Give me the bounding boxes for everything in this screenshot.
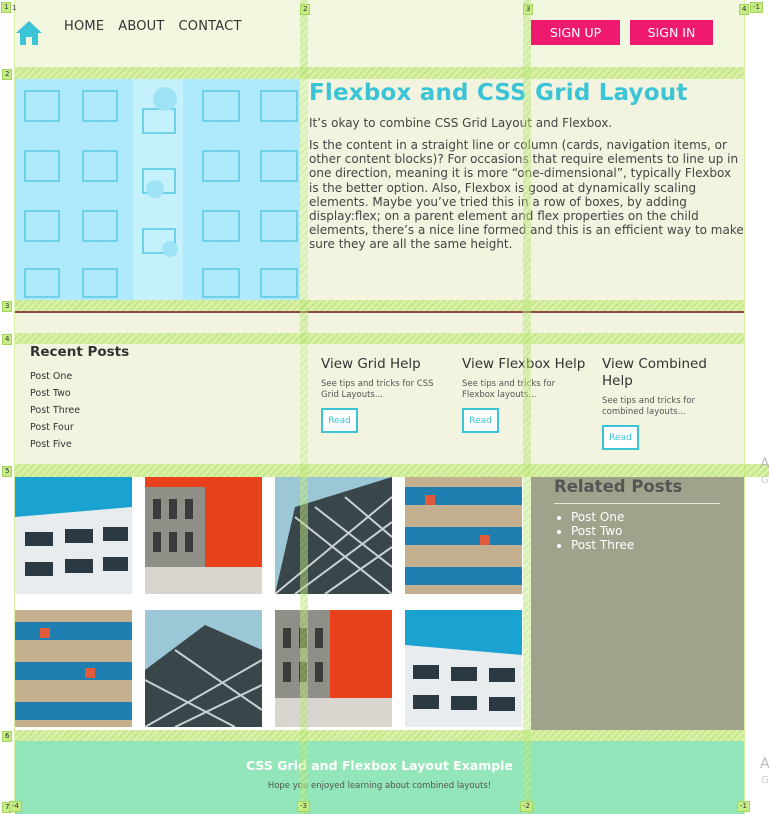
recent-post-item[interactable]: Post Two: [30, 385, 80, 402]
card-text: See tips and tricks for combined layouts…: [602, 396, 696, 417]
read-button[interactable]: Read: [321, 408, 358, 433]
grid-number: -1: [737, 801, 750, 812]
site-header: HOME ABOUT CONTACT SIGN UP SIGN IN: [15, 0, 744, 67]
grid-gap-row-5: [15, 464, 769, 477]
grid-number: 6: [2, 731, 13, 742]
gallery-image[interactable]: [405, 477, 522, 594]
related-post-item[interactable]: Post Three: [571, 538, 634, 552]
grid-number: 4: [739, 4, 750, 15]
page: HOME ABOUT CONTACT SIGN UP SIGN IN Flexb…: [0, 0, 769, 814]
grid-number: 4: [2, 334, 13, 345]
sign-up-button[interactable]: SIGN UP: [531, 20, 620, 45]
gallery-image[interactable]: [145, 477, 262, 594]
main-nav: HOME ABOUT CONTACT: [64, 19, 242, 34]
home-icon[interactable]: [15, 20, 43, 46]
grid-gap-row-4: [15, 333, 744, 344]
recent-post-item[interactable]: Post Five: [30, 436, 80, 453]
gallery-image[interactable]: [275, 610, 392, 727]
card-text: See tips and tricks for CSS Grid Layouts…: [321, 379, 434, 400]
clipped-text: G: [761, 475, 769, 486]
nav-contact[interactable]: CONTACT: [179, 19, 242, 34]
grid-number: 5: [2, 466, 13, 477]
gallery-image[interactable]: [275, 477, 392, 594]
recent-posts-title: Recent Posts: [30, 344, 130, 360]
footer-title: CSS Grid and Flexbox Layout Example: [246, 758, 513, 773]
divider-strip: [15, 311, 744, 333]
hero-image: [15, 79, 300, 300]
grid-number: 2: [300, 4, 311, 15]
recent-posts-list: Post One Post Two Post Three Post Four P…: [30, 368, 80, 453]
gallery-image[interactable]: [145, 610, 262, 727]
clipped-text: A: [760, 456, 769, 472]
related-posts-list: Post One Post Two Post Three: [571, 510, 634, 552]
nav-about[interactable]: ABOUT: [118, 19, 164, 34]
gallery-image[interactable]: [405, 610, 522, 727]
grid-number: -1: [750, 2, 763, 13]
related-posts: Related Posts Post One Post Two Post Thr…: [531, 477, 744, 730]
card-grid-help: View Grid Help See tips and tricks for C…: [321, 356, 449, 433]
card-combined-help: View Combined Help See tips and tricks f…: [602, 356, 730, 450]
grid-gap-row-3: [15, 300, 744, 311]
photo-gallery: [15, 477, 523, 727]
grid-gap-col-2: [300, 0, 308, 814]
grid-number: -3: [297, 801, 310, 812]
grid-number: 1: [12, 4, 17, 12]
gallery-image[interactable]: [15, 477, 132, 594]
site-footer: CSS Grid and Flexbox Layout Example Hope…: [15, 741, 744, 814]
clipped-text: A: [760, 756, 769, 772]
related-post-item[interactable]: Post Two: [571, 524, 634, 538]
recent-post-item[interactable]: Post Four: [30, 419, 80, 436]
related-posts-title: Related Posts: [554, 477, 683, 496]
read-button[interactable]: Read: [602, 425, 639, 450]
recent-posts: Recent Posts Post One Post Two Post Thre…: [15, 344, 300, 464]
sign-in-button[interactable]: SIGN IN: [630, 20, 713, 45]
related-divider: [554, 503, 720, 504]
grid-line-col-4: [744, 0, 745, 814]
card-title: View Grid Help: [321, 356, 421, 372]
grid-number: -2: [520, 801, 533, 812]
grid-gap-row-2: [15, 67, 744, 79]
grid-number: 2: [2, 69, 13, 80]
grid-number: 3: [2, 301, 13, 312]
recent-post-item[interactable]: Post One: [30, 368, 80, 385]
grid-number: 3: [523, 4, 534, 15]
grid-number: -4: [9, 801, 22, 812]
card-title: View Combined Help: [602, 356, 707, 389]
nav-home[interactable]: HOME: [64, 19, 104, 34]
footer-subtitle: Hope you enjoyed learning about combined…: [267, 781, 492, 791]
grid-gap-col-3: [523, 0, 531, 814]
clipped-text: G: [761, 775, 769, 786]
gallery-image[interactable]: [15, 610, 132, 727]
related-post-item[interactable]: Post One: [571, 510, 634, 524]
recent-post-item[interactable]: Post Three: [30, 402, 80, 419]
read-button[interactable]: Read: [462, 408, 499, 433]
grid-line-col-1: [14, 0, 15, 814]
grid-gap-row-6: [15, 730, 744, 741]
